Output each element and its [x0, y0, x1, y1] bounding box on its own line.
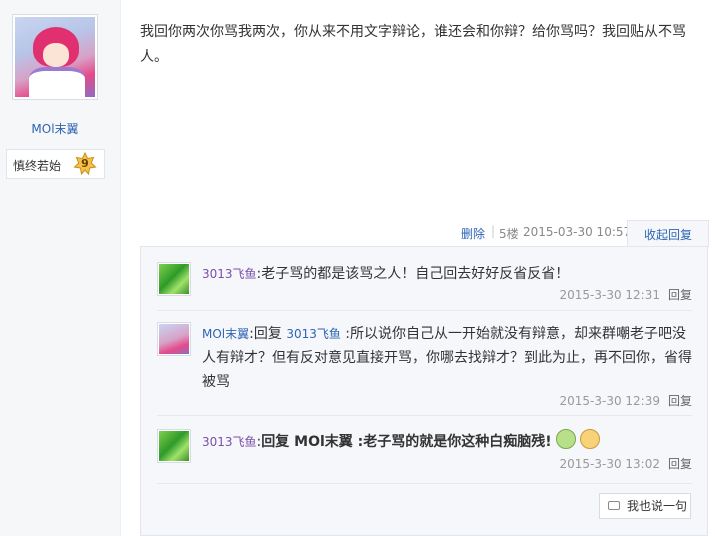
level-star-icon: 9 — [73, 151, 97, 176]
author-username[interactable]: MOl末翼 — [0, 120, 110, 137]
reply-time: 2015-3-30 12:39 — [559, 394, 660, 408]
reply-button[interactable]: 回复 — [668, 288, 692, 302]
reply-meta: 2015-3-30 13:02 回复 — [559, 455, 692, 472]
reply-meta: 2015-3-30 12:31 回复 — [559, 286, 692, 303]
reply-button[interactable]: 回复 — [668, 394, 692, 408]
reply-target-username[interactable]: 3013飞鱼 — [286, 327, 341, 341]
reply-divider — [157, 310, 692, 311]
reply-item: MOl末翼:回复 3013飞鱼 :所以说你自己从一开始就没有辩意，却来群嘲老子吧… — [157, 322, 692, 412]
reply-button[interactable]: 回复 — [668, 457, 692, 471]
reply-text: 回复 MOl末翼 :老子骂的就是你这种白痴脑残! — [261, 434, 552, 450]
reply-item: 3013飞鱼:回复 MOl末翼 :老子骂的就是你这种白痴脑残! 2015-3-3… — [157, 429, 692, 479]
tail-separator: | — [491, 224, 496, 238]
reply-username[interactable]: 3013飞鱼 — [202, 435, 257, 449]
reply-username[interactable]: 3013飞鱼 — [202, 267, 257, 281]
comment-icon — [608, 501, 620, 510]
sick-face-emoji-icon — [555, 429, 576, 449]
reply-username[interactable]: MOl末翼 — [202, 327, 249, 341]
post-tail-bar: 删除 | 5楼 2015-03-30 10:57 收起回复 — [440, 220, 709, 247]
floor-number: 5楼 — [499, 227, 519, 241]
reply-avatar[interactable] — [157, 262, 191, 296]
author-avatar[interactable] — [12, 14, 98, 100]
reply-divider — [157, 483, 692, 484]
level-number: 9 — [81, 157, 89, 170]
say-something-button[interactable]: 我也说一句 — [599, 493, 691, 519]
reply-avatar[interactable] — [157, 429, 191, 463]
puffed-face-emoji-icon — [579, 429, 600, 449]
collapse-replies-button[interactable]: 收起回复 — [627, 220, 709, 247]
reply-prefix: :回复 — [249, 326, 287, 342]
reply-divider — [157, 415, 692, 416]
author-level-badge[interactable]: 慎终若始 9 — [6, 149, 105, 179]
reply-text: 老子骂的都是该骂之人！自己回去好好反省反省！ — [261, 266, 570, 282]
reply-list: 3013飞鱼:老子骂的都是该骂之人！自己回去好好反省反省！ 2015-3-30 … — [140, 246, 708, 536]
reply-content: MOl末翼:回复 3013飞鱼 :所以说你自己从一开始就没有辩意，却来群嘲老子吧… — [202, 322, 692, 394]
say-something-label: 我也说一句 — [627, 499, 688, 513]
reply-time: 2015-3-30 13:02 — [559, 457, 660, 471]
level-name: 慎终若始 — [13, 159, 62, 173]
avatar-image — [15, 17, 95, 97]
reply-content: 3013飞鱼:老子骂的都是该骂之人！自己回去好好反省反省！ — [202, 262, 692, 286]
reply-time: 2015-3-30 12:31 — [559, 288, 660, 302]
author-sidebar: MOl末翼 慎终若始 9 — [0, 0, 121, 536]
post-content: 我回你两次你骂我两次，你从来不用文字辩论，谁还会和你辩？给你骂吗？我回贴从不骂人… — [140, 24, 686, 65]
delete-link[interactable]: 删除 — [461, 225, 485, 242]
post-time: 2015-03-30 10:57 — [523, 225, 632, 239]
reply-content: 3013飞鱼:回复 MOl末翼 :老子骂的就是你这种白痴脑残! — [202, 429, 692, 454]
reply-item: 3013飞鱼:老子骂的都是该骂之人！自己回去好好反省反省！ 2015-3-30 … — [157, 262, 692, 312]
reply-meta: 2015-3-30 12:39 回复 — [559, 392, 692, 409]
reply-avatar[interactable] — [157, 322, 191, 356]
